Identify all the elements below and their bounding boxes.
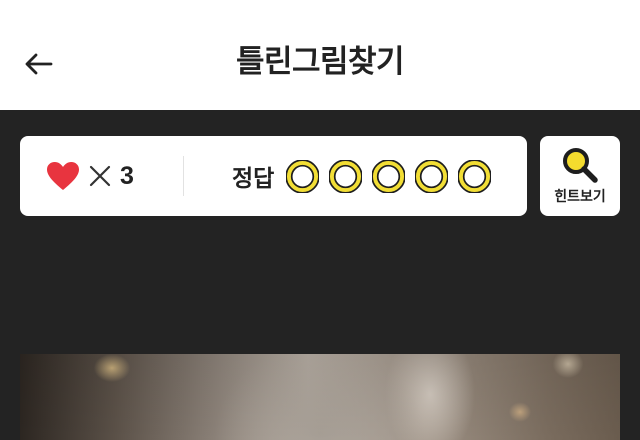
app-bar: 틀린그림찾기: [0, 0, 640, 110]
circle-outline-icon: [286, 159, 320, 193]
hint-button[interactable]: 힌트보기: [540, 136, 620, 216]
arrow-left-icon: [25, 53, 53, 75]
circle-outline-icon: [415, 159, 449, 193]
circle-outline-icon: [458, 159, 492, 193]
puzzle-image[interactable]: [20, 354, 620, 440]
search-icon: [563, 148, 598, 183]
times-icon: [89, 165, 111, 187]
circle-outline-icon: [372, 159, 406, 193]
answer-progress: 정답: [232, 136, 501, 216]
lives-indicator: 3: [46, 136, 134, 216]
circle-outline-icon: [329, 159, 363, 193]
page-title: 틀린그림찾기: [235, 44, 405, 80]
divider: [183, 156, 184, 196]
answer-label: 정답: [232, 166, 275, 192]
hint-label: 힌트보기: [554, 189, 606, 205]
game-status-card: 3 정답: [20, 136, 527, 216]
lives-count: 3: [120, 161, 134, 190]
back-button[interactable]: [18, 44, 58, 84]
heart-icon: [47, 162, 79, 190]
